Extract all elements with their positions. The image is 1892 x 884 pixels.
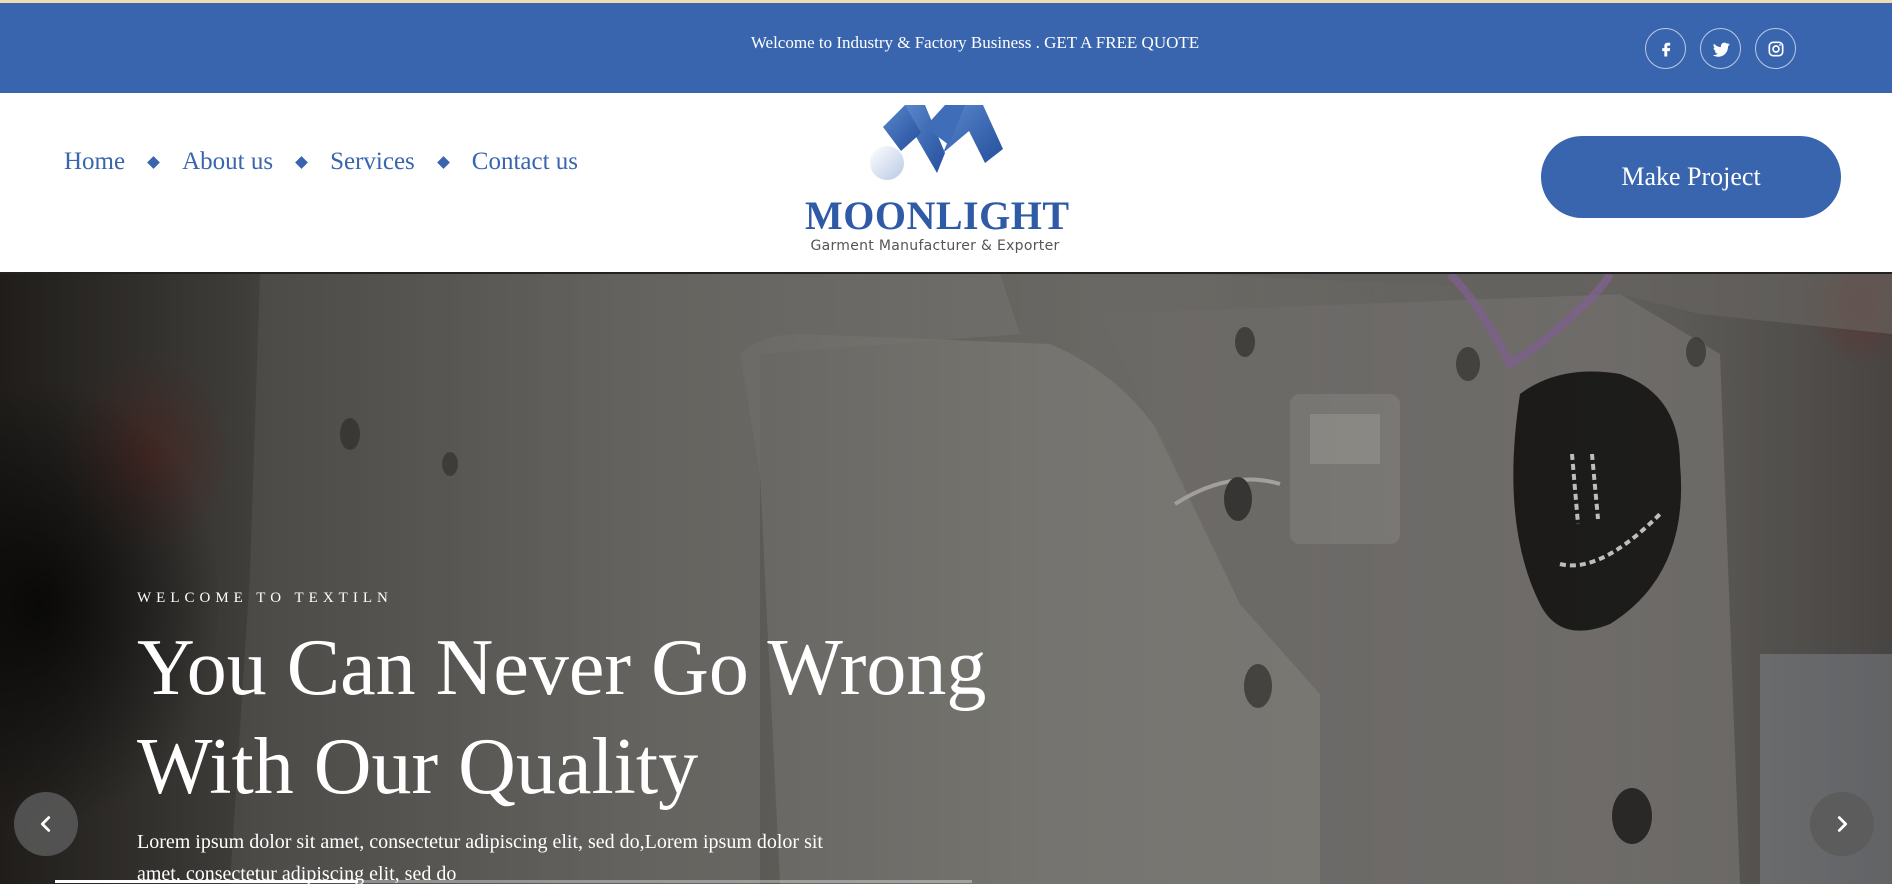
hero-title-line-1: You Can Never Go Wrong: [137, 624, 987, 712]
facebook-link[interactable]: [1645, 28, 1686, 69]
nav-separator-diamond: [147, 155, 160, 169]
nav-home[interactable]: Home: [64, 148, 125, 176]
slider-next-button[interactable]: [1810, 792, 1874, 856]
top-bar: Welcome to Industry & Factory Business .…: [0, 3, 1892, 93]
hero-title: You Can Never Go Wrong With Our Quality: [137, 619, 1137, 817]
twitter-link[interactable]: [1700, 28, 1741, 69]
slide-progress-track: [55, 880, 972, 883]
nav-about-us[interactable]: About us: [182, 148, 273, 176]
topbar-welcome-text: Welcome to Industry & Factory Business .…: [750, 33, 1200, 52]
nav-services[interactable]: Services: [330, 148, 415, 176]
logo-name: MOONLIGHT: [805, 193, 1070, 238]
nav-separator-diamond: [436, 155, 450, 169]
chevron-right-icon: [1837, 816, 1848, 832]
hero-description: Lorem ipsum dolor sit amet, consectetur …: [137, 831, 823, 884]
make-project-button[interactable]: Make Project: [1541, 136, 1841, 218]
instagram-link[interactable]: [1755, 28, 1796, 69]
chevron-left-icon: [40, 816, 51, 832]
moonlight-logo-mark-icon: [870, 105, 1003, 180]
site-logo[interactable]: MOONLIGHT Garment Manufacturer & Exporte…: [805, 105, 1070, 255]
hero-slider: WELCOME TO TEXTILN You Can Never Go Wron…: [0, 274, 1892, 884]
site-header: Home About us Services Contact us MOONLI…: [0, 93, 1892, 273]
slider-prev-button[interactable]: [14, 792, 78, 856]
slide-progress-fill: [55, 880, 358, 883]
logo-tagline: Garment Manufacturer & Exporter: [810, 238, 1060, 254]
facebook-icon: [1661, 42, 1670, 56]
nav-contact-us[interactable]: Contact us: [472, 148, 578, 176]
nav-separator-diamond: [295, 155, 308, 169]
hero-title-line-2: With Our Quality: [137, 723, 699, 811]
twitter-icon: [1712, 42, 1730, 57]
hero-eyebrow: WELCOME TO TEXTILN: [137, 590, 393, 606]
instagram-icon: [1768, 41, 1783, 56]
main-nav: Home About us Services Contact us: [64, 148, 578, 176]
